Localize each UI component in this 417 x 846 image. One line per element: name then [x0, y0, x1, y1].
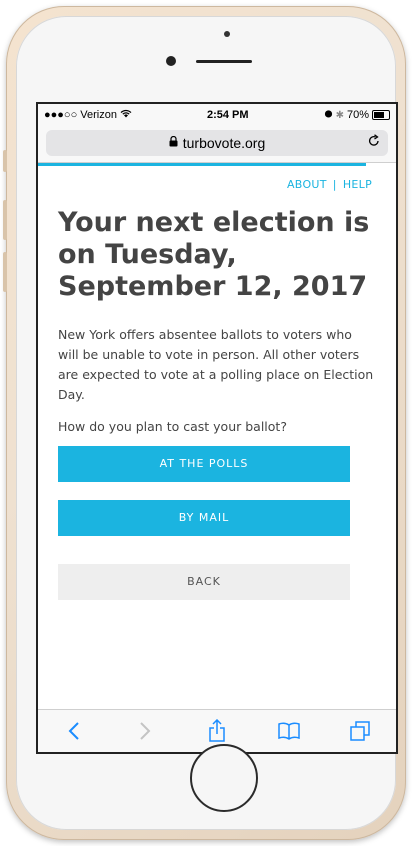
tabs-icon[interactable]	[340, 716, 380, 746]
battery-percent: 70%	[346, 109, 369, 121]
battery-icon	[372, 110, 390, 120]
at-the-polls-button[interactable]: AT THE POLLS	[58, 446, 350, 482]
volume-down-button	[3, 252, 7, 292]
front-sensor	[224, 31, 230, 37]
reload-icon[interactable]	[368, 134, 380, 151]
back-button[interactable]: BACK	[58, 564, 350, 600]
volume-up-button	[3, 200, 7, 240]
lock-icon	[169, 135, 178, 150]
url-text: turbovote.org	[182, 135, 266, 151]
share-icon[interactable]	[197, 716, 237, 746]
top-nav: ABOUT | HELP	[58, 178, 376, 191]
battery-level	[374, 112, 384, 118]
bookmarks-icon[interactable]	[269, 716, 309, 746]
mute-switch	[3, 150, 7, 172]
page-title: Your next election is on Tuesday, Septem…	[58, 207, 370, 302]
absentee-description: New York offers absentee ballots to vote…	[58, 327, 374, 402]
wifi-icon	[120, 109, 132, 121]
earpiece-speaker	[196, 60, 252, 63]
address-bar[interactable]: turbovote.org	[46, 130, 388, 156]
back-icon[interactable]	[54, 716, 94, 746]
by-mail-button[interactable]: BY MAIL	[58, 500, 350, 536]
help-link[interactable]: HELP	[343, 178, 372, 191]
page-content: ABOUT | HELP Your next election is on Tues…	[38, 166, 396, 701]
status-bar: ●●●○○ Verizon 2:54 PM ✱ 70%	[38, 104, 396, 126]
carrier-label: ●●●○○ Verizon	[44, 109, 117, 121]
alarm-icon	[324, 109, 333, 121]
home-button[interactable]	[190, 744, 258, 812]
bluetooth-icon: ✱	[335, 109, 344, 121]
status-time: 2:54 PM	[206, 109, 249, 121]
phone-screen: ●●●○○ Verizon 2:54 PM ✱ 70% turbovote.or…	[36, 102, 398, 754]
nav-separator: |	[332, 178, 337, 191]
browser-address-area: turbovote.org	[38, 126, 396, 163]
forward-icon[interactable]	[125, 716, 165, 746]
ballot-question: How do you plan to cast your ballot?	[58, 419, 287, 434]
front-camera	[166, 56, 176, 66]
about-link[interactable]: ABOUT	[287, 178, 327, 191]
